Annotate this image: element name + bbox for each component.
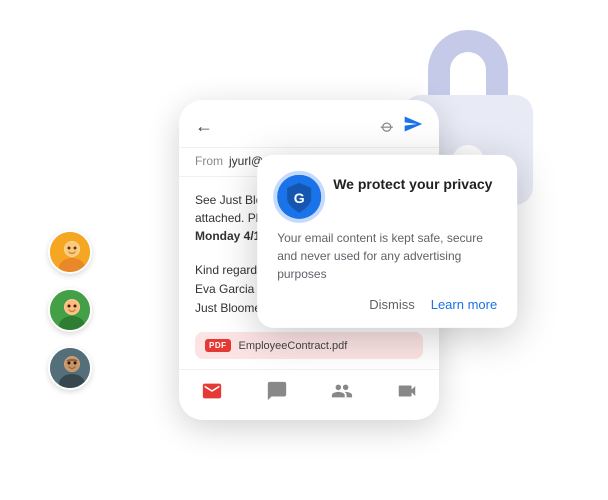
privacy-popup: G We protect your privacy Your email con…: [257, 155, 517, 328]
avatar: [48, 346, 92, 390]
avatar-face-2: [50, 290, 92, 332]
signature-name: Eva Garcia: [195, 282, 254, 296]
avatar-face-1: [50, 232, 92, 274]
from-label: From: [195, 154, 223, 168]
attachment-icon[interactable]: ⌀: [376, 115, 399, 138]
pdf-badge: PDF: [205, 339, 231, 352]
back-button[interactable]: ←: [195, 116, 213, 137]
nav-meet-icon[interactable]: [331, 380, 353, 408]
avatar-list: [48, 230, 92, 390]
avatar: [48, 288, 92, 332]
send-button[interactable]: [403, 114, 423, 139]
popup-description: Your email content is kept safe, secure …: [277, 229, 497, 283]
svg-text:G: G: [294, 190, 305, 206]
bottom-nav: [179, 369, 439, 420]
learn-more-button[interactable]: Learn more: [431, 297, 497, 312]
nav-video-icon[interactable]: [396, 380, 418, 408]
header-icons: ⌀: [382, 114, 423, 139]
avatar: [48, 230, 92, 274]
popup-title: We protect your privacy: [333, 174, 492, 192]
shield-svg: G: [277, 175, 321, 219]
phone-header: ← ⌀: [179, 100, 439, 148]
g-shield-icon: G: [277, 175, 321, 219]
nav-chat-icon[interactable]: [266, 380, 288, 408]
nav-mail-icon[interactable]: [201, 380, 223, 408]
avatar-face-3: [50, 348, 92, 390]
attachment-filename: EmployeeContract.pdf: [239, 340, 348, 352]
scene: ← ⌀ From jyurl@mo.co See Just Bloomed em…: [0, 0, 608, 500]
popup-actions: Dismiss Learn more: [277, 297, 497, 312]
popup-header: G We protect your privacy: [277, 175, 497, 219]
dismiss-button[interactable]: Dismiss: [369, 297, 415, 312]
attachment-row[interactable]: PDF EmployeeContract.pdf: [195, 332, 423, 359]
popup-title-text: We protect your privacy: [333, 175, 492, 194]
greeting: Kind regards,: [195, 263, 266, 277]
